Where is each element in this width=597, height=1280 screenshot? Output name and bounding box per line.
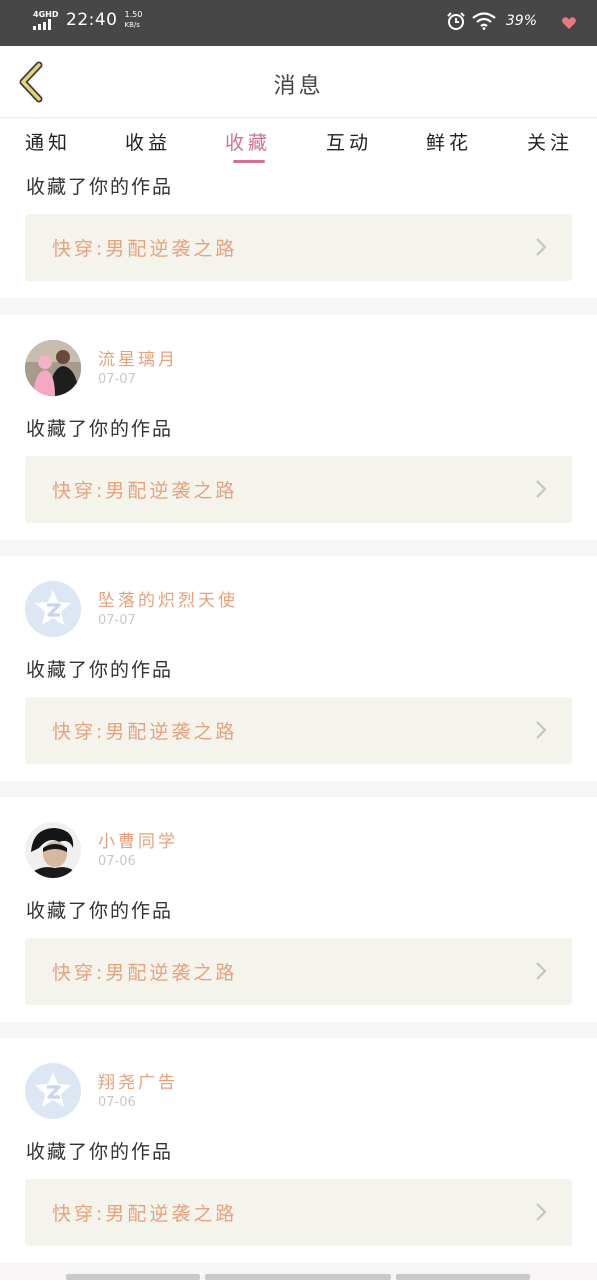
tab-bar: 通知 收益 收藏 互动 鲜花 关注 [0,119,597,165]
action-text: 收藏了你的作品 [26,659,174,681]
next-item-edge [205,1274,391,1280]
work-link[interactable]: 快穿:男配逆袭之路 [25,1179,572,1246]
user-avatar[interactable] [25,822,81,878]
tab-interactions[interactable]: 互动 [326,128,372,155]
work-link[interactable]: 快穿:男配逆袭之路 [25,697,572,764]
list-item: 收藏了你的作品 快穿:男配逆袭之路 [0,165,597,298]
tab-follows[interactable]: 关注 [527,128,573,155]
work-title: 快穿:男配逆袭之路 [52,238,238,260]
speed-unit: KB/s [124,21,140,29]
username[interactable]: 小曹同学 [98,827,178,852]
tab-earnings[interactable]: 收益 [125,128,171,155]
wifi-icon [472,12,496,30]
list-item: 翔尧广告 07-06 收藏了你的作品 快穿:男配逆袭之路 [0,1038,597,1263]
default-avatar-icon [25,1063,81,1119]
timestamp: 07-07 [98,613,136,628]
app-header: 消息 [0,46,597,118]
action-text: 收藏了你的作品 [26,176,174,198]
work-link[interactable]: 快穿:男配逆袭之路 [25,214,572,281]
page-title: 消息 [273,74,324,99]
chevron-right-icon [536,480,547,498]
work-title: 快穿:男配逆袭之路 [52,480,238,502]
username[interactable]: 翔尧广告 [98,1068,178,1093]
active-tab-indicator [233,160,265,163]
signal-icon [33,19,51,30]
work-link[interactable]: 快穿:男配逆袭之路 [25,456,572,523]
photo-avatar-icon [25,822,81,878]
list-item: 坠落的炽烈天使 07-07 收藏了你的作品 快穿:男配逆袭之路 [0,556,597,781]
username[interactable]: 流星璃月 [98,345,178,370]
chevron-right-icon [536,1203,547,1221]
speed-value: 1.50 [124,10,143,19]
photo-avatar-icon [25,340,81,396]
work-link[interactable]: 快穿:男配逆袭之路 [25,938,572,1005]
next-item-edge [396,1274,530,1280]
action-text: 收藏了你的作品 [26,900,174,922]
timestamp: 07-06 [98,854,136,869]
timestamp: 07-07 [98,372,136,387]
work-title: 快穿:男配逆袭之路 [52,962,238,984]
user-avatar[interactable] [25,340,81,396]
clock: 22:40 [66,10,118,30]
network-indicator: 4GHD [33,10,59,30]
network-type: 4GHD [33,10,59,19]
work-title: 快穿:男配逆袭之路 [52,1203,238,1225]
user-avatar[interactable] [25,1063,81,1119]
status-left: 4GHD 22:40 1.50 KB/s [33,10,142,30]
default-avatar-icon [25,581,81,637]
tab-favorites[interactable]: 收藏 [225,128,271,155]
timestamp: 07-06 [98,1095,136,1110]
work-title: 快穿:男配逆袭之路 [52,721,238,743]
status-bar: 4GHD 22:40 1.50 KB/s 39% [0,0,597,46]
tab-notifications[interactable]: 通知 [25,128,71,155]
list-item: 流星璃月 07-07 收藏了你的作品 快穿:男配逆袭之路 [0,315,597,540]
tab-flowers[interactable]: 鲜花 [426,128,472,155]
list-item: 小曹同学 07-06 收藏了你的作品 快穿:男配逆袭之路 [0,797,597,1022]
next-item-edge [66,1274,200,1280]
battery-level: 39% [505,13,537,29]
network-speed: 1.50 KB/s [125,10,143,30]
user-avatar[interactable] [25,581,81,637]
action-text: 收藏了你的作品 [26,1141,174,1163]
username[interactable]: 坠落的炽烈天使 [98,586,238,611]
status-right: 39% [446,11,537,31]
heart-icon [562,17,576,29]
action-text: 收藏了你的作品 [26,418,174,440]
alarm-icon [447,12,465,30]
chevron-right-icon [536,238,547,256]
chevron-right-icon [536,721,547,739]
chevron-right-icon [536,962,547,980]
